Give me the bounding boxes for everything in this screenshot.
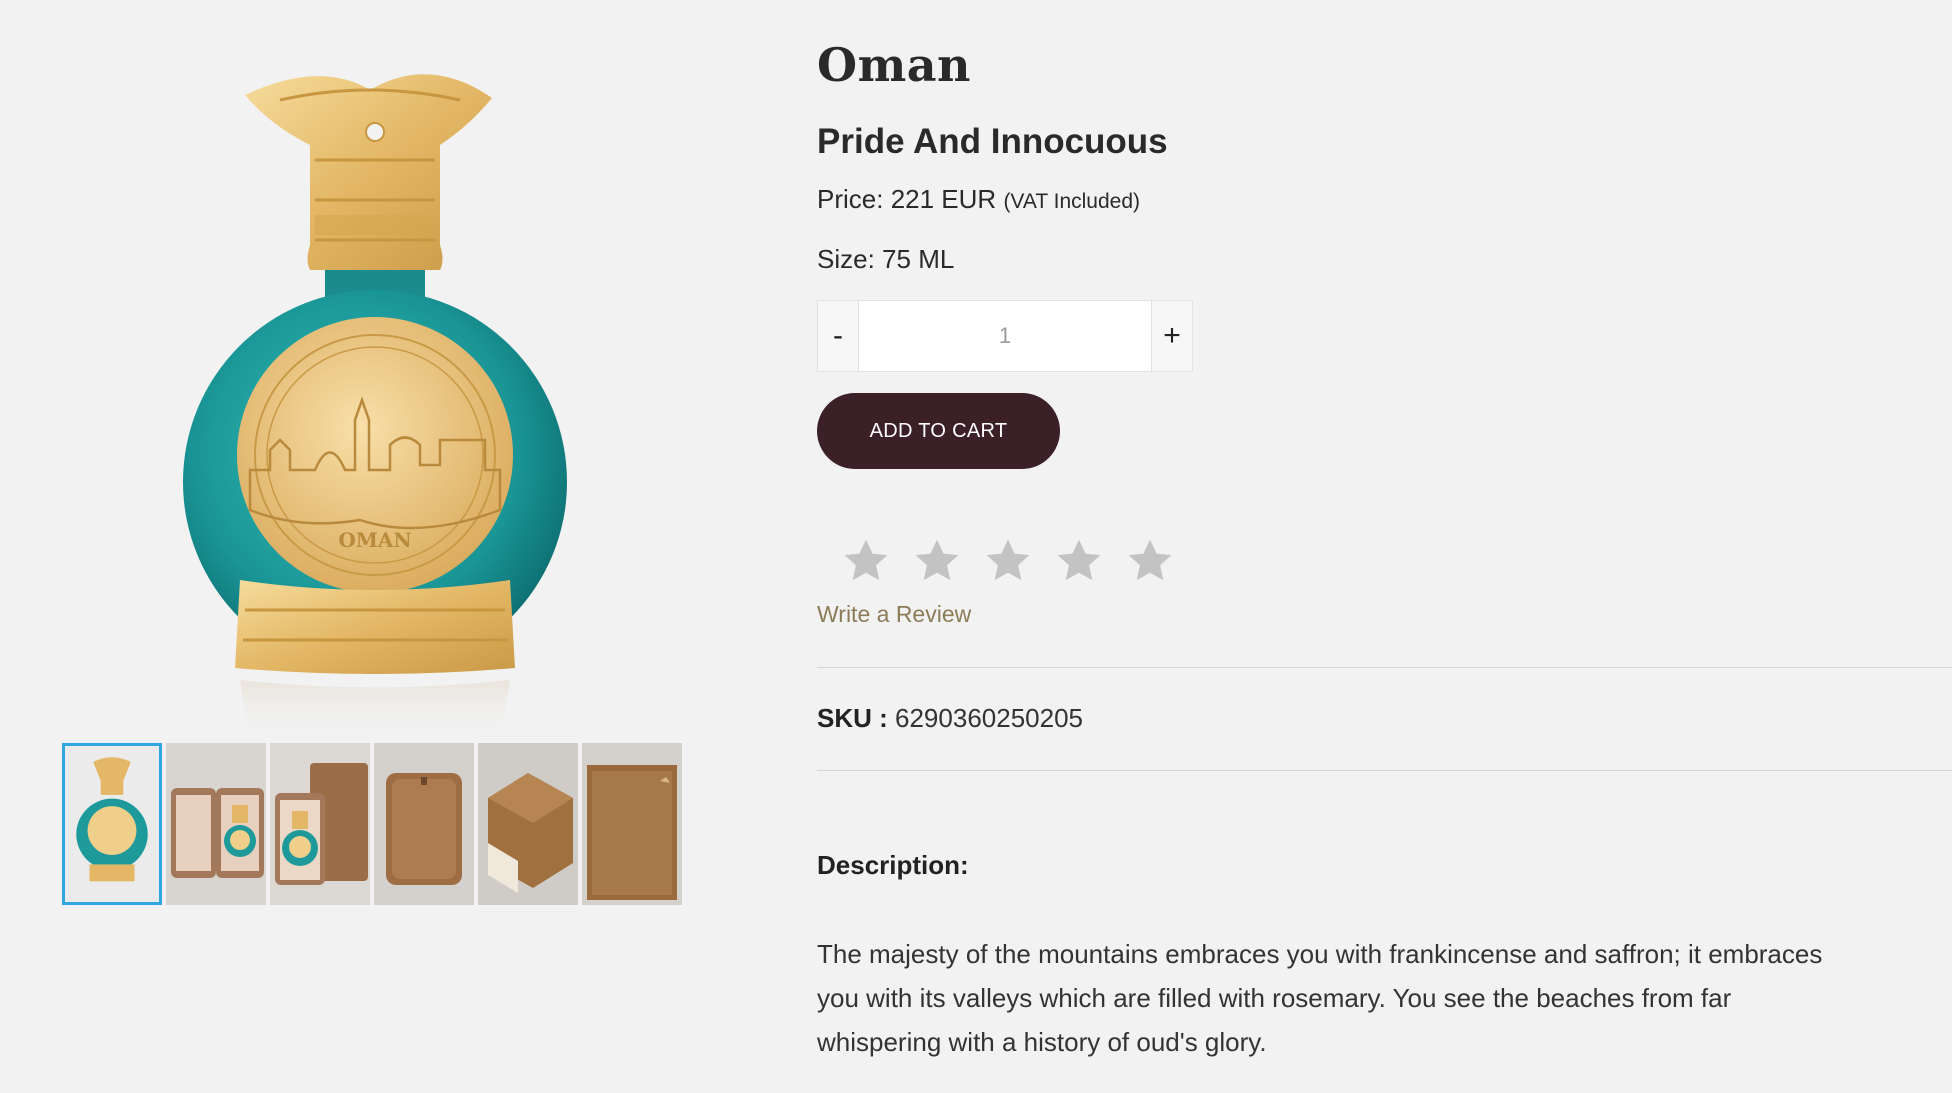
quantity-decrease-button[interactable]: - bbox=[818, 301, 859, 371]
star-icon-4[interactable] bbox=[1052, 534, 1106, 588]
price-value: 221 EUR bbox=[890, 184, 997, 214]
thumbnail-strip bbox=[62, 743, 682, 905]
divider bbox=[817, 667, 1952, 668]
box-front-icon bbox=[582, 743, 682, 905]
bottle-front-icon bbox=[65, 747, 159, 901]
size-row: Size: 75 ML bbox=[817, 244, 954, 275]
sku-row: SKU : 6290360250205 bbox=[817, 703, 1083, 734]
open-case-icon bbox=[166, 743, 266, 905]
sku-value: 6290360250205 bbox=[895, 703, 1083, 733]
star-icon-3[interactable] bbox=[981, 534, 1035, 588]
product-subtitle: Pride And Innocuous bbox=[817, 122, 1168, 161]
star-icon-1[interactable] bbox=[839, 534, 893, 588]
thumbnail-2[interactable] bbox=[166, 743, 266, 905]
vat-note: (VAT Included) bbox=[1003, 190, 1140, 213]
star-icon-5[interactable] bbox=[1123, 534, 1177, 588]
size-label: Size: bbox=[817, 244, 875, 274]
star-icon-2[interactable] bbox=[910, 534, 964, 588]
case-with-bottle-icon bbox=[270, 743, 370, 905]
quantity-stepper: - + bbox=[817, 300, 1193, 372]
thumbnail-5[interactable] bbox=[478, 743, 578, 905]
description-text: The majesty of the mountains embraces yo… bbox=[817, 939, 1823, 1057]
price-row: Price: 221 EUR (VAT Included) bbox=[817, 184, 1140, 215]
write-review-link[interactable]: Write a Review bbox=[817, 601, 971, 628]
thumbnail-4[interactable] bbox=[374, 743, 474, 905]
size-value: 75 ML bbox=[882, 244, 955, 274]
rating-stars bbox=[839, 534, 1177, 588]
drawer-box-icon bbox=[478, 743, 578, 905]
sku-label: SKU : bbox=[817, 703, 888, 733]
product-main-image: OMAN bbox=[140, 40, 600, 740]
add-to-cart-button[interactable]: ADD TO CART bbox=[817, 393, 1060, 469]
quantity-increase-button[interactable]: + bbox=[1151, 301, 1192, 371]
description-heading: Description: bbox=[817, 850, 969, 880]
product-title: Oman bbox=[817, 38, 971, 92]
thumbnail-1[interactable] bbox=[62, 743, 162, 905]
thumbnail-3[interactable] bbox=[270, 743, 370, 905]
bottle-engraving: OMAN bbox=[338, 528, 411, 552]
price-label: Price: bbox=[817, 184, 884, 214]
divider bbox=[817, 770, 1952, 771]
closed-case-icon bbox=[374, 743, 474, 905]
quantity-input[interactable] bbox=[859, 301, 1151, 371]
thumbnail-6[interactable] bbox=[582, 743, 682, 905]
